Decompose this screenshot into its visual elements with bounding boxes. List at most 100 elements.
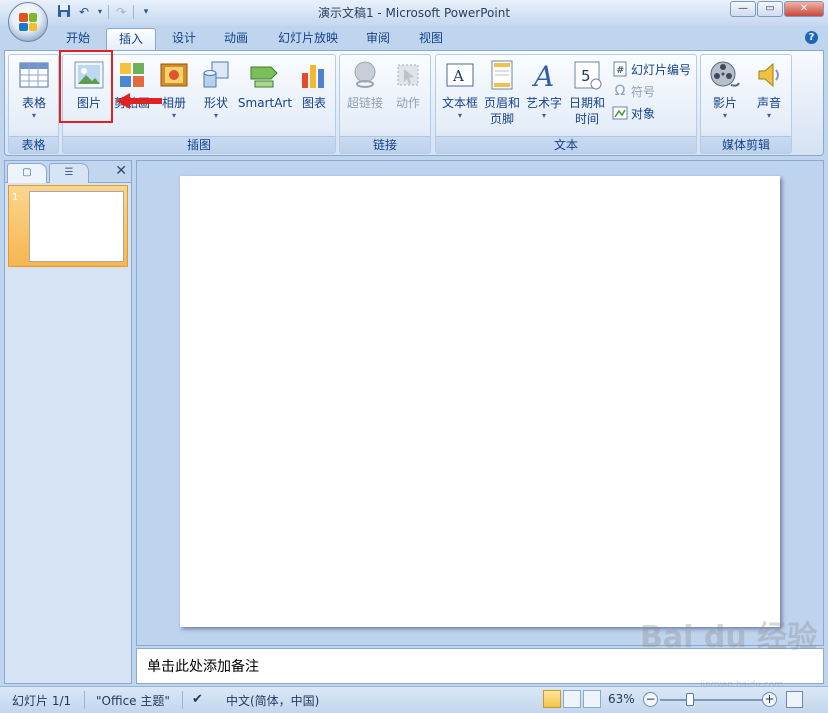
- slides-tab-icon: ▢: [22, 167, 32, 178]
- movie-button[interactable]: 影片 ▾: [705, 59, 745, 121]
- header-footer-button[interactable]: 页眉和 页脚: [482, 59, 522, 127]
- divider: [182, 691, 183, 709]
- group-text: A 文本框 ▾ 页眉和 页脚 A 艺术字 ▾ 5 日期和 时间 # 幻灯片编号 …: [435, 54, 697, 154]
- group-label-text: 文本: [436, 136, 696, 153]
- tab-insert[interactable]: 插入: [106, 28, 157, 50]
- slide-number-button[interactable]: # 幻灯片编号: [612, 59, 691, 79]
- object-icon: [612, 105, 628, 121]
- window-controls: — ▭ ✕: [730, 1, 824, 17]
- smartart-icon: [249, 59, 281, 91]
- office-logo-icon: [19, 13, 37, 31]
- tab-review[interactable]: 审阅: [354, 28, 402, 50]
- close-button[interactable]: ✕: [784, 1, 824, 17]
- minimize-button[interactable]: —: [730, 1, 756, 17]
- textbox-button[interactable]: A 文本框 ▾: [440, 59, 480, 121]
- group-table: 表格 ▾ 表格: [8, 54, 59, 154]
- symbol-button[interactable]: Ω 符号: [612, 81, 655, 101]
- chevron-down-icon: ▾: [541, 111, 546, 120]
- table-icon: [18, 59, 50, 91]
- annotation-arrow-icon: [116, 93, 162, 109]
- sound-label: 声音: [756, 96, 781, 110]
- table-button[interactable]: 表格 ▾: [12, 59, 56, 121]
- header-footer-label-2: 页脚: [489, 112, 514, 126]
- omega-icon: Ω: [614, 83, 626, 99]
- divider: [84, 691, 85, 709]
- slide-canvas[interactable]: [180, 176, 780, 627]
- group-label-table: 表格: [9, 136, 58, 153]
- group-links: 超链接 动作 链接: [339, 54, 431, 154]
- datetime-label-1: 日期和: [568, 96, 605, 110]
- film-reel-icon: [709, 59, 741, 91]
- speaker-icon: [753, 59, 785, 91]
- hyperlink-button[interactable]: 超链接: [344, 59, 386, 111]
- svg-text:#: #: [616, 65, 624, 76]
- svg-text:A: A: [531, 60, 554, 91]
- normal-view-icon[interactable]: [543, 690, 561, 708]
- textbox-icon: A: [444, 59, 476, 91]
- close-icon[interactable]: ✕: [115, 163, 127, 179]
- chevron-down-icon: ▾: [213, 111, 218, 120]
- header-footer-icon: [486, 59, 518, 91]
- slide-thumbnail-selected[interactable]: 1: [8, 185, 128, 267]
- annotation-highlight-box: [59, 50, 113, 123]
- action-icon: [392, 59, 424, 91]
- slideshow-view-icon[interactable]: [583, 690, 601, 708]
- action-label: 动作: [395, 96, 420, 110]
- zoom-slider-thumb[interactable]: [686, 693, 694, 706]
- album-button[interactable]: 相册 ▾: [155, 59, 193, 121]
- slides-tab[interactable]: ▢: [7, 163, 47, 183]
- zoom-level[interactable]: 63%: [608, 692, 635, 706]
- zoom-in-button[interactable]: +: [762, 692, 777, 707]
- globe-link-icon: [349, 59, 381, 91]
- table-label: 表格: [21, 96, 46, 110]
- tab-slideshow[interactable]: 幻灯片放映: [266, 28, 350, 50]
- clipart-icon: [116, 59, 148, 91]
- tab-view[interactable]: 视图: [407, 28, 455, 50]
- shapes-icon: [200, 59, 232, 91]
- object-button[interactable]: 对象: [612, 103, 655, 123]
- datetime-button[interactable]: 5 日期和 时间: [566, 59, 608, 127]
- symbol-label: 符号: [631, 84, 656, 99]
- spell-check-icon[interactable]: ✔: [192, 692, 203, 707]
- status-bar: 幻灯片 1/1 "Office 主题" ✔ 中文(简体，中国) 63% − +: [0, 686, 828, 713]
- tab-animations[interactable]: 动画: [212, 28, 260, 50]
- chart-button[interactable]: 图表: [296, 59, 332, 111]
- maximize-button[interactable]: ▭: [757, 1, 783, 17]
- smartart-button[interactable]: SmartArt: [236, 59, 294, 111]
- wordart-label: 艺术字: [525, 96, 562, 110]
- tab-design[interactable]: 设计: [160, 28, 208, 50]
- help-icon[interactable]: ?: [805, 31, 818, 44]
- fit-to-window-icon[interactable]: [786, 691, 803, 708]
- outline-tab-icon: ☰: [64, 167, 74, 178]
- hyperlink-label: 超链接: [346, 96, 383, 110]
- zoom-slider[interactable]: [660, 699, 766, 701]
- slides-pane-tabs: ▢ ☰ ✕: [5, 161, 131, 183]
- zoom-out-button[interactable]: −: [643, 692, 658, 707]
- sound-button[interactable]: 声音 ▾: [749, 59, 789, 121]
- svg-text:A: A: [452, 67, 464, 85]
- chevron-down-icon: ▾: [171, 111, 176, 120]
- textbox-label: 文本框: [441, 96, 478, 110]
- wordart-button[interactable]: A 艺术字 ▾: [524, 59, 564, 121]
- window-title: 演示文稿1 - Microsoft PowerPoint: [317, 6, 511, 20]
- slide-number-label: 幻灯片编号: [631, 62, 692, 77]
- slide-thumbnail-number: 1: [12, 192, 19, 203]
- outline-tab[interactable]: ☰: [49, 163, 89, 183]
- chevron-down-icon: ▾: [722, 111, 727, 120]
- chevron-down-icon: ▾: [31, 111, 36, 120]
- photo-album-icon: [158, 59, 190, 91]
- chevron-down-icon: ▾: [766, 111, 771, 120]
- slide-sorter-view-icon[interactable]: [563, 690, 581, 708]
- office-button[interactable]: [8, 2, 48, 42]
- shapes-button[interactable]: 形状 ▾: [197, 59, 235, 121]
- svg-text:5: 5: [581, 67, 591, 85]
- view-buttons: [543, 690, 601, 708]
- slide-thumbnail[interactable]: [29, 191, 124, 262]
- group-label-media: 媒体剪辑: [701, 136, 791, 153]
- tab-home[interactable]: 开始: [54, 28, 102, 50]
- action-button[interactable]: 动作: [388, 59, 428, 111]
- language-status: 中文(简体，中国): [226, 694, 320, 708]
- group-label-links: 链接: [340, 136, 430, 153]
- datetime-label-2: 时间: [574, 112, 599, 126]
- title-bar: ↶ ▾ ↷ ▾ 演示文稿1 - Microsoft PowerPoint — ▭…: [0, 0, 828, 26]
